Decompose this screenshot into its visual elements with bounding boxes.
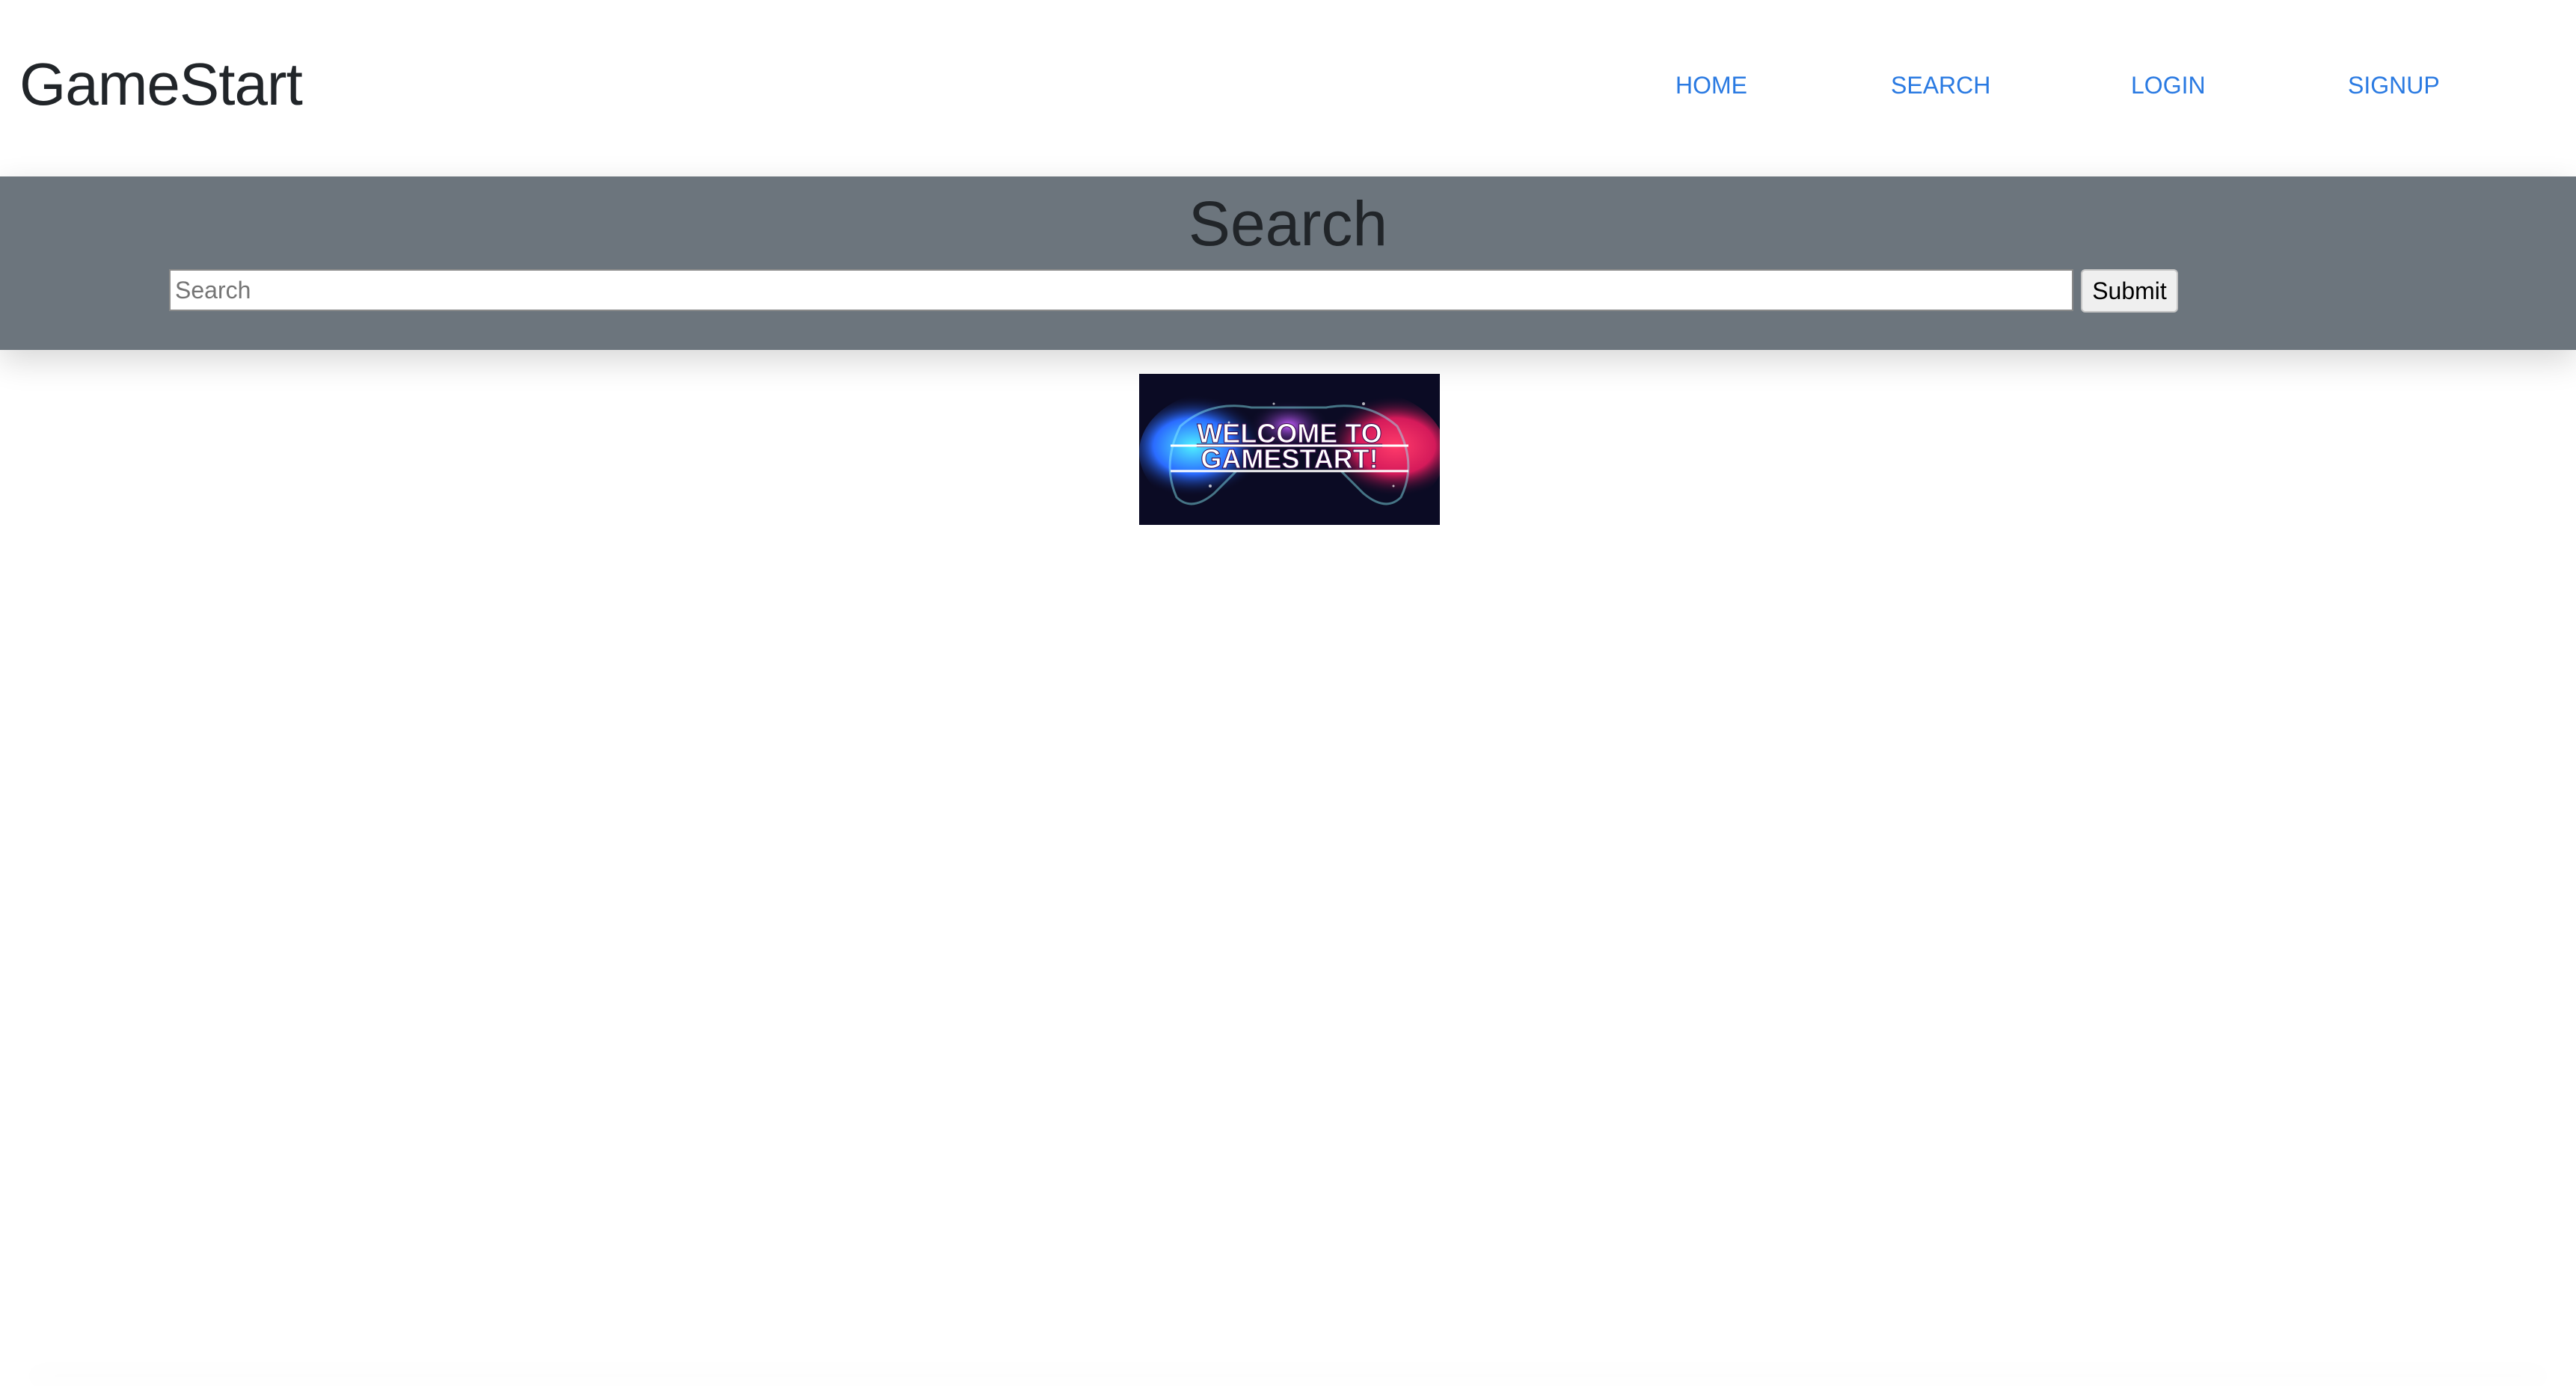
nav-link-search[interactable]: SEARCH bbox=[1891, 70, 1990, 100]
top-navbar: GameStart HOME SEARCH LOGIN SIGNUP bbox=[0, 0, 2576, 176]
welcome-banner-image: WELCOME TO GAMESTART! bbox=[1139, 374, 1440, 525]
nav-link-login[interactable]: LOGIN bbox=[2131, 70, 2206, 100]
brand-logo-text[interactable]: GameStart bbox=[19, 45, 303, 124]
banner-text-line2: GAMESTART! bbox=[1200, 443, 1378, 474]
nav-link-signup[interactable]: SIGNUP bbox=[2348, 70, 2440, 100]
nav-link-home[interactable]: HOME bbox=[1675, 70, 1747, 100]
submit-button[interactable]: Submit bbox=[2081, 269, 2178, 313]
search-input[interactable] bbox=[169, 269, 2073, 311]
gamepad-icon: WELCOME TO GAMESTART! bbox=[1139, 374, 1440, 525]
search-section: Search Submit bbox=[0, 176, 2576, 350]
search-heading: Search bbox=[1188, 188, 1388, 259]
